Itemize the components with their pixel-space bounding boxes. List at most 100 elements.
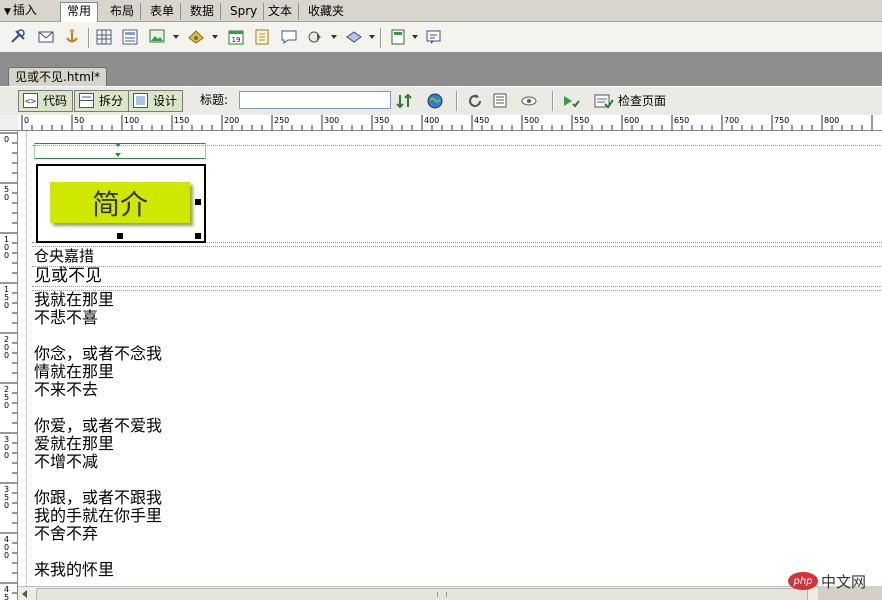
ruler-label: 0 — [4, 451, 9, 460]
poem-line: 情就在那里 — [34, 362, 115, 381]
check-page-button[interactable]: 检查页面 — [592, 91, 666, 111]
file-management-icon[interactable] — [396, 92, 416, 110]
scrollbar-thumb[interactable] — [36, 588, 808, 600]
scrollbar-grip-icon — [437, 592, 447, 597]
vertical-ruler-ticks: 050100150200250300350400450 — [0, 132, 17, 600]
poem-line: 不舍不弃 — [34, 524, 99, 543]
title-input[interactable] — [239, 91, 391, 109]
vertical-ruler: 050100150200250300350400450 — [0, 131, 18, 600]
poem-line: 来我的怀里 — [34, 560, 115, 579]
ruler-label: 50 — [74, 116, 84, 125]
poem-line: 我的手就在你手里 — [34, 506, 163, 525]
margin-guide — [26, 131, 27, 586]
ruler-label: 0 — [4, 551, 9, 560]
tab-favorites[interactable]: 收藏夹 — [302, 3, 350, 20]
poem-title: 见或不见 — [34, 266, 102, 286]
document-tabs: 见或不见.html* — [0, 62, 882, 87]
insert-toolbar: 19 — [0, 22, 882, 52]
split-view-button[interactable]: 拆分 — [74, 90, 130, 112]
ruler-label: 0 — [4, 135, 9, 144]
document-tab[interactable]: 见或不见.html* — [8, 67, 108, 87]
tab-common[interactable]: 常用 — [60, 2, 99, 22]
view-options-icon[interactable] — [492, 92, 512, 110]
layout-border — [32, 286, 882, 287]
title-label: 标题: — [200, 93, 229, 107]
layout-border — [32, 266, 882, 267]
server-include-icon[interactable] — [252, 27, 272, 47]
selected-image[interactable]: 简介 — [36, 164, 206, 243]
insert-panel-label: 插入 — [12, 3, 37, 17]
email-link-icon[interactable] — [36, 27, 56, 47]
tab-data[interactable]: 数据 — [184, 3, 222, 20]
preview-in-browser-icon[interactable] — [426, 92, 446, 110]
svg-text:19: 19 — [232, 36, 241, 44]
watermark-text: 中文网 — [821, 572, 867, 591]
collapse-triangle-icon: ▼ — [4, 7, 11, 17]
ruler-label: 150 — [174, 116, 189, 125]
script-icon[interactable] — [344, 27, 364, 47]
poem-line: 你念，或者不念我 — [34, 344, 163, 363]
poem-line: 不悲不喜 — [34, 308, 99, 327]
hyperlink-icon[interactable] — [8, 27, 28, 47]
ruler-label: 800 — [824, 116, 839, 125]
resize-handle-bottom[interactable] — [117, 233, 123, 239]
ruler-label: 0 — [4, 193, 9, 202]
scroll-left-icon[interactable] — [22, 590, 27, 598]
ruler-label: 0 — [24, 116, 29, 125]
ruler-label: 500 — [524, 116, 539, 125]
ruler-label: 0 — [4, 401, 9, 410]
tag-chooser-icon[interactable] — [424, 27, 444, 47]
poem-line: 爱就在那里 — [34, 434, 115, 453]
horizontal-ruler: 0 50 100 150 200 250 300 350 400 450 500 550 600 650 7… — [18, 115, 882, 131]
ruler-label: 400 — [424, 116, 439, 125]
split-icon — [79, 93, 94, 108]
templates-icon[interactable] — [388, 27, 408, 47]
ruler-label: 0 — [4, 301, 9, 310]
visual-aids-icon[interactable] — [520, 92, 540, 110]
php-logo: php — [788, 572, 818, 590]
ruler-label: 0 — [4, 501, 9, 510]
tab-forms[interactable]: 表单 — [144, 3, 182, 20]
resize-handle-corner[interactable] — [195, 233, 201, 239]
tab-text[interactable]: 文本 — [262, 3, 300, 20]
split-view-label: 拆分 — [99, 94, 124, 108]
column-marker-icon — [115, 153, 121, 157]
ruler-label: 200 — [224, 116, 239, 125]
date-icon[interactable]: 19 — [226, 27, 246, 47]
code-view-label: 代码 — [43, 94, 68, 108]
horizontal-ruler-ticks: 0 50 100 150 200 250 300 350 400 450 500 550 600 650 7… — [21, 115, 873, 130]
ruler-label: 5 — [4, 593, 9, 600]
image-icon[interactable] — [147, 27, 167, 47]
layout-border — [32, 246, 882, 247]
poem-author: 仓央嘉措 — [34, 247, 95, 265]
ruler-label: 250 — [274, 116, 289, 125]
div-icon[interactable] — [120, 27, 140, 47]
check-page-label: 检查页面 — [618, 94, 667, 108]
tab-spry[interactable]: Spry — [224, 3, 265, 20]
column-marker-icon — [115, 143, 121, 147]
ruler-label: 350 — [374, 116, 389, 125]
table-width-indicator[interactable] — [34, 143, 206, 159]
named-anchor-icon[interactable] — [62, 27, 82, 47]
ruler-label: 0 — [4, 251, 9, 260]
poem-line: 不增不减 — [34, 452, 99, 471]
table-icon[interactable] — [94, 27, 114, 47]
ruler-corner[interactable] — [0, 115, 19, 131]
poem-line: 不来不去 — [34, 380, 99, 399]
poem-line: 你跟，或者不跟我 — [34, 488, 163, 507]
refresh-icon[interactable] — [466, 92, 486, 110]
tab-layout[interactable]: 布局 — [104, 3, 142, 20]
dreamweaver-window: ▼ 插入 常用 布局 表单 数据 Spry 文本 收藏夹 19 见或不见.htm… — [0, 0, 882, 600]
validate-markup-icon[interactable] — [562, 92, 582, 110]
design-canvas[interactable]: 简介 仓央嘉措 见或不见 我就在那里 不悲不喜 你念，或者不念我 情就在那里 不… — [18, 131, 882, 586]
head-icon[interactable] — [305, 27, 325, 47]
ruler-label: 0 — [4, 351, 9, 360]
horizontal-scrollbar[interactable] — [18, 586, 818, 600]
resize-handle-right[interactable] — [195, 199, 201, 205]
design-view-label: 设计 — [153, 94, 178, 108]
insert-panel-title[interactable]: ▼ 插入 — [4, 2, 41, 19]
code-view-button[interactable]: <> 代码 — [18, 90, 74, 112]
comment-icon[interactable] — [279, 27, 299, 47]
media-icon[interactable] — [186, 27, 206, 47]
design-view-button[interactable]: 设计 — [128, 90, 184, 112]
